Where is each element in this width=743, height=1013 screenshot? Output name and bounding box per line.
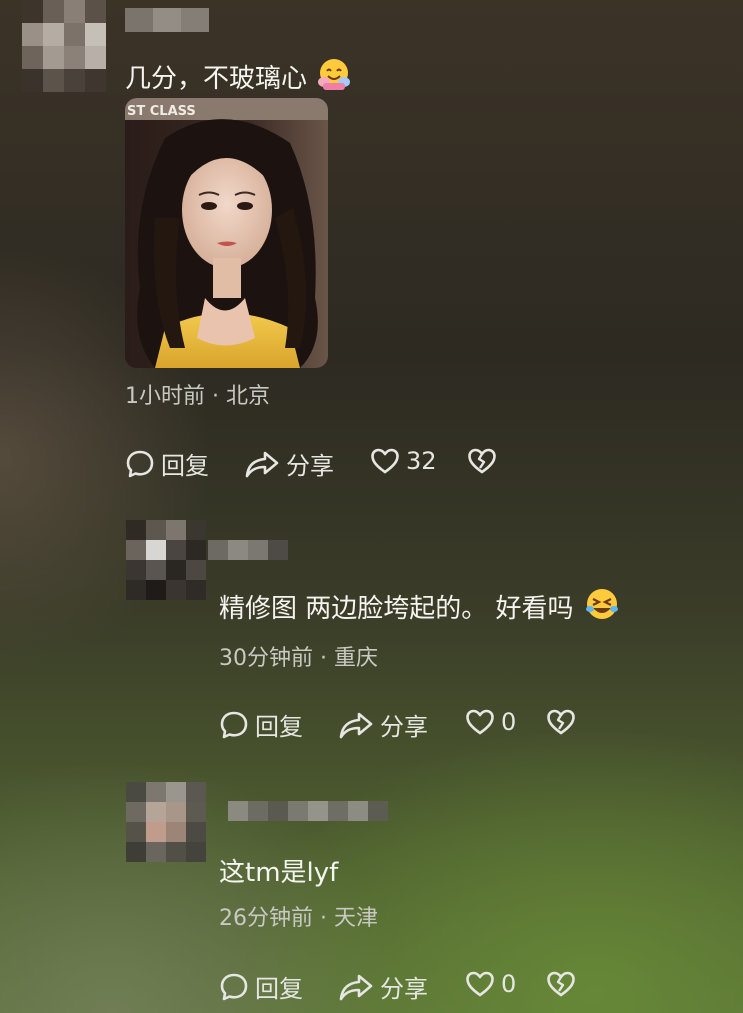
like-button[interactable]: 0	[465, 707, 516, 737]
share-button[interactable]: 分享	[244, 446, 334, 481]
reply-label: 回复	[161, 452, 209, 480]
comment-bubble-icon	[219, 710, 249, 740]
hugging-face-icon	[317, 57, 351, 98]
reply-meta: 30分钟前 · 重庆	[219, 646, 378, 671]
comment-text-content: 几分，不玻璃心	[125, 64, 308, 94]
like-button[interactable]: 0	[465, 969, 516, 999]
like-count: 32	[406, 447, 437, 475]
comment-text: 几分，不玻璃心	[125, 57, 351, 98]
reply-button[interactable]: 回复	[219, 707, 303, 742]
reply-button[interactable]: 回复	[219, 969, 303, 1004]
dislike-button[interactable]	[546, 969, 576, 999]
reply-text: 这tm是lyf	[219, 858, 339, 888]
heart-icon	[465, 707, 495, 737]
comment-bubble-icon	[219, 972, 249, 1002]
like-count: 0	[501, 708, 517, 736]
broken-heart-icon	[546, 707, 576, 737]
rolling-laughing-face-icon	[584, 587, 620, 628]
heart-icon	[465, 969, 495, 999]
comment-meta: 1小时前 · 北京	[125, 384, 270, 409]
heart-icon	[370, 446, 400, 476]
share-button[interactable]: 分享	[338, 969, 428, 1004]
username-blurred[interactable]	[228, 801, 388, 821]
broken-heart-icon	[467, 446, 497, 476]
share-arrow-icon	[338, 972, 374, 1002]
comment-bubble-icon	[125, 449, 155, 479]
like-button[interactable]: 32	[370, 446, 437, 476]
photo-sign-text: ST CLASS	[127, 104, 196, 119]
reply-text-content: 精修图 两边脸垮起的。 好看吗	[219, 594, 574, 624]
share-label: 分享	[380, 713, 428, 741]
like-count: 0	[501, 970, 517, 998]
share-label: 分享	[380, 975, 428, 1003]
portrait-photo: ST CLASS	[125, 98, 328, 368]
avatar[interactable]	[126, 520, 206, 600]
reply-button[interactable]: 回复	[125, 446, 209, 481]
avatar[interactable]	[22, 0, 106, 92]
reply-meta: 26分钟前 · 天津	[219, 906, 378, 931]
reply-label: 回复	[255, 713, 303, 741]
reply-text: 精修图 两边脸垮起的。 好看吗	[219, 587, 620, 628]
share-arrow-icon	[338, 710, 374, 740]
share-arrow-icon	[244, 449, 280, 479]
share-button[interactable]: 分享	[338, 707, 428, 742]
username-blurred[interactable]	[125, 8, 209, 32]
comment-image[interactable]: ST CLASS	[125, 98, 328, 368]
broken-heart-icon	[546, 969, 576, 999]
reply-label: 回复	[255, 975, 303, 1003]
share-label: 分享	[286, 452, 334, 480]
dislike-button[interactable]	[467, 446, 497, 476]
avatar[interactable]	[126, 782, 206, 862]
username-blurred[interactable]	[208, 540, 288, 560]
dislike-button[interactable]	[546, 707, 576, 737]
